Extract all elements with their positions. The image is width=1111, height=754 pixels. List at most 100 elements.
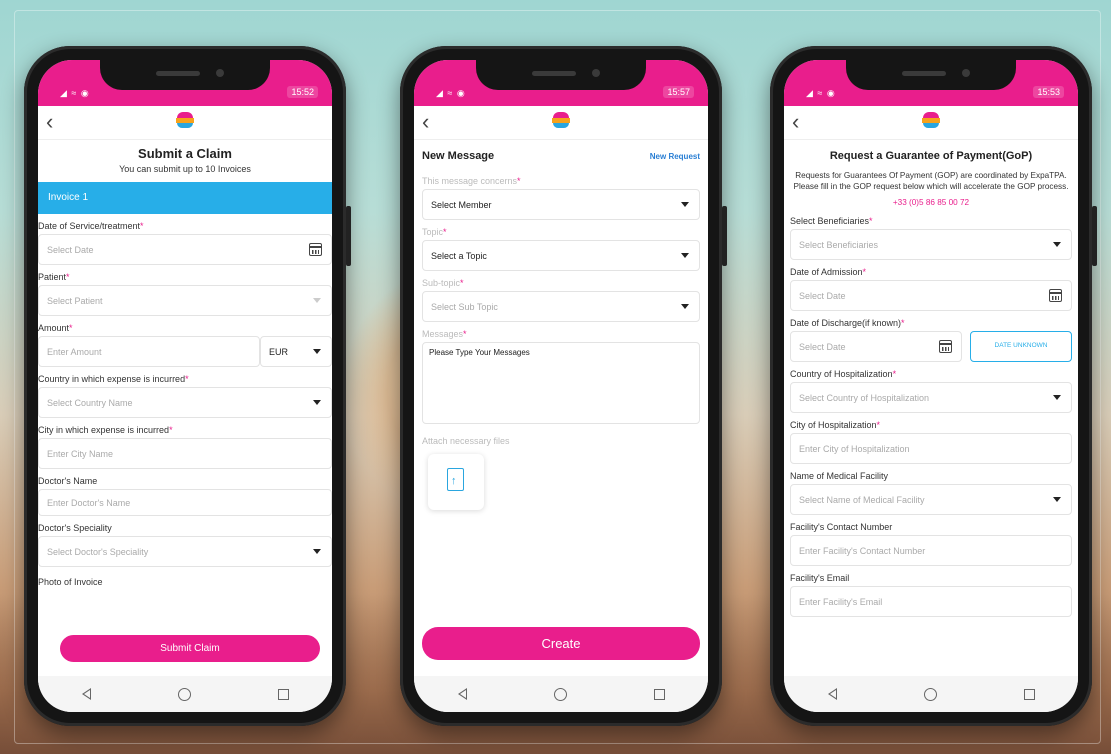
phone-side-button (722, 206, 727, 266)
email-label: Facility's Email (790, 573, 850, 583)
app-bar: ‹ (784, 106, 1078, 140)
nav-recents-icon[interactable] (277, 688, 289, 700)
facility-select[interactable]: Select Name of Medical Facility (790, 484, 1072, 515)
concerns-label: This message concerns* (422, 176, 521, 186)
screen-request-gop: ◢ ≈ ◉ 15:53 ‹ Request a Guarantee of Pay… (784, 60, 1078, 712)
phone-notch (846, 60, 1016, 90)
calendar-icon[interactable] (939, 340, 952, 353)
submit-claim-button[interactable]: Submit Claim (60, 635, 320, 662)
doctor-speciality-label: Doctor's Speciality (38, 523, 112, 533)
photo-label: Photo of Invoice (38, 577, 103, 587)
chevron-down-icon (313, 549, 321, 554)
amount-input[interactable]: Enter Amount (38, 336, 260, 367)
messages-label: Messages* (422, 329, 467, 339)
status-time: 15:57 (663, 86, 694, 98)
chevron-down-icon (1053, 242, 1061, 247)
hospital-city-input[interactable]: Enter City of Hospitalization (790, 433, 1072, 464)
chevron-down-icon (1053, 497, 1061, 502)
facility-label: Name of Medical Facility (790, 471, 889, 481)
chevron-down-icon (313, 298, 321, 303)
doctor-name-label: Doctor's Name (38, 476, 98, 486)
hospital-country-label: Country of Hospitalization* (790, 369, 897, 379)
nav-recents-icon[interactable] (653, 688, 665, 700)
currency-select[interactable]: EUR (260, 336, 332, 367)
contact-label: Facility's Contact Number (790, 522, 893, 532)
system-nav-bar (414, 676, 708, 712)
screen-new-message: ◢ ≈ ◉ 15:57 ‹ New Message New Request Th… (414, 60, 708, 712)
new-request-link[interactable]: New Request (650, 152, 700, 161)
back-icon[interactable]: ‹ (792, 110, 799, 134)
patient-label: Patient* (38, 272, 70, 282)
signal-icon: ◢ ≈ ◉ (60, 88, 90, 98)
back-icon[interactable]: ‹ (422, 110, 429, 134)
status-time: 15:53 (1033, 86, 1064, 98)
beneficiaries-label: Select Beneficiaries* (790, 216, 873, 226)
nav-back-icon[interactable] (827, 688, 837, 700)
back-icon[interactable]: ‹ (46, 110, 53, 134)
nav-back-icon[interactable] (81, 688, 91, 700)
system-nav-bar (784, 676, 1078, 712)
chevron-down-icon (1053, 395, 1061, 400)
nav-recents-icon[interactable] (1023, 688, 1035, 700)
doctor-speciality-select[interactable]: Select Doctor's Speciality (38, 536, 332, 567)
patient-select[interactable]: Select Patient (38, 285, 332, 316)
nav-back-icon[interactable] (457, 688, 467, 700)
service-date-field[interactable]: Select Date (38, 234, 332, 265)
calendar-icon[interactable] (309, 243, 322, 256)
service-date-label: Date of Service/treatment* (38, 221, 144, 231)
member-select[interactable]: Select Member (422, 189, 700, 220)
subtopic-select[interactable]: Select Sub Topic (422, 291, 700, 322)
phone-side-button (346, 206, 351, 266)
signal-icon: ◢ ≈ ◉ (436, 88, 466, 98)
upload-arrow-icon: ↑ (451, 475, 457, 487)
nav-home-icon[interactable] (553, 687, 567, 701)
country-select[interactable]: Select Country Name (38, 387, 332, 418)
amount-label: Amount* (38, 323, 73, 333)
topic-select[interactable]: Select a Topic (422, 240, 700, 271)
page-subtitle: You can submit up to 10 Invoices (119, 164, 251, 174)
phone-side-button (1092, 206, 1097, 266)
chevron-down-icon (681, 202, 689, 207)
create-button[interactable]: Create (422, 627, 700, 660)
calendar-icon[interactable] (1049, 289, 1062, 302)
date-unknown-button[interactable]: DATE UNKNOWN (970, 331, 1072, 362)
chevron-down-icon (681, 253, 689, 258)
discharge-label: Date of Discharge(if known)* (790, 318, 905, 328)
subtopic-label: Sub-topic* (422, 278, 464, 288)
contact-input[interactable]: Enter Facility's Contact Number (790, 535, 1072, 566)
phone-submit-claim: ◢ ≈ ◉ 15:52 ‹ Submit a Claim You can sub… (24, 46, 351, 726)
invoice-tab[interactable]: Invoice 1 (38, 182, 332, 214)
system-nav-bar (38, 676, 332, 712)
admission-label: Date of Admission* (790, 267, 867, 277)
email-input[interactable]: Enter Facility's Email (790, 586, 1072, 617)
page-title: Request a Guarantee of Payment(GoP) (829, 150, 1033, 162)
phone-request-gop: ◢ ≈ ◉ 15:53 ‹ Request a Guarantee of Pay… (770, 46, 1097, 726)
screen-submit-claim: ◢ ≈ ◉ 15:52 ‹ Submit a Claim You can sub… (38, 60, 332, 712)
brand-logo-icon (919, 110, 943, 134)
beneficiaries-select[interactable]: Select Beneficiaries (790, 229, 1072, 260)
gop-phone-number[interactable]: +33 (0)5 86 85 00 72 (790, 198, 1072, 207)
page-title: Submit a Claim (138, 146, 232, 161)
hospital-country-select[interactable]: Select Country of Hospitalization (790, 382, 1072, 413)
brand-logo-icon (549, 110, 573, 134)
nav-home-icon[interactable] (923, 687, 937, 701)
doctor-name-input[interactable]: Enter Doctor's Name (38, 489, 332, 516)
admission-date-field[interactable]: Select Date (790, 280, 1072, 311)
signal-icon: ◢ ≈ ◉ (806, 88, 836, 98)
nav-home-icon[interactable] (177, 687, 191, 701)
phone-notch (476, 60, 646, 90)
attach-file-button[interactable]: ↑ (428, 454, 484, 510)
hospital-city-label: City of Hospitalization* (790, 420, 881, 430)
attach-label: Attach necessary files (422, 436, 510, 446)
topic-label: Topic* (422, 227, 447, 237)
city-input[interactable]: Enter City Name (38, 438, 332, 469)
discharge-date-field[interactable]: Select Date (790, 331, 962, 362)
gop-description: Requests for Guarantees Of Payment (GOP)… (793, 171, 1069, 191)
phone-new-message: ◢ ≈ ◉ 15:57 ‹ New Message New Request Th… (400, 46, 727, 726)
phone-notch (100, 60, 270, 90)
chevron-down-icon (313, 349, 321, 354)
country-label: Country in which expense is incurred* (38, 374, 189, 384)
messages-textarea[interactable]: Please Type Your Messages (422, 342, 700, 424)
chevron-down-icon (681, 304, 689, 309)
chevron-down-icon (313, 400, 321, 405)
